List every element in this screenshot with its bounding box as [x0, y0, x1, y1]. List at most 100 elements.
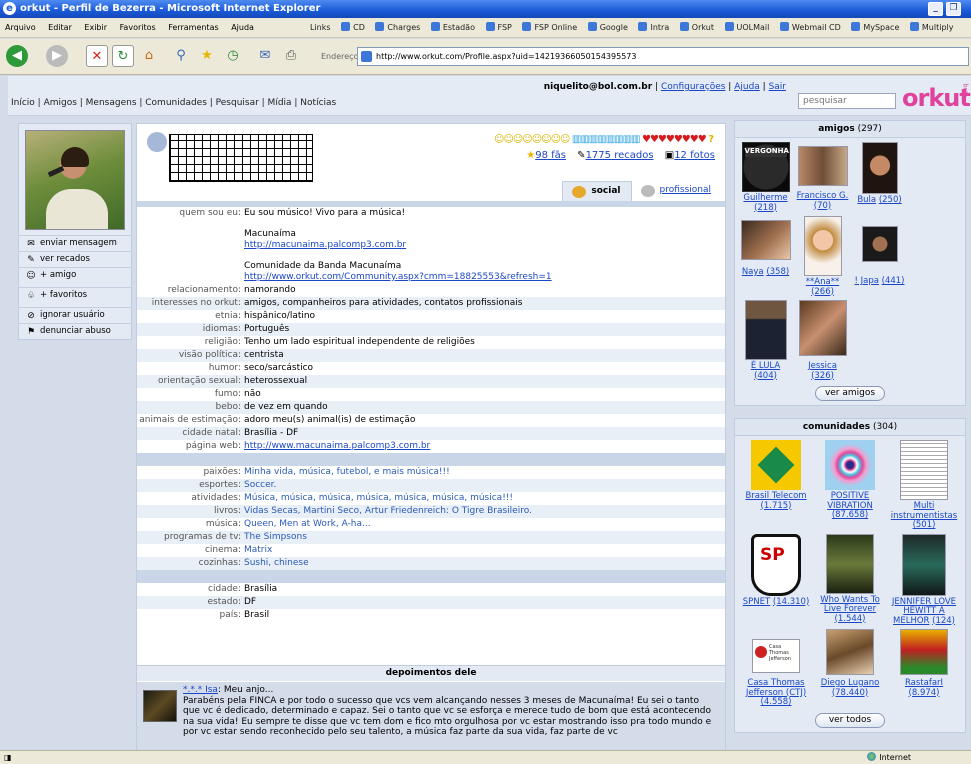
- community-count[interactable]: (501): [913, 520, 936, 530]
- link-webmail-cd[interactable]: Webmail CD: [779, 18, 841, 37]
- friend-item[interactable]: Naya (358): [737, 216, 794, 297]
- address-bar[interactable]: http://www.orkut.com/Profile.aspx?uid=14…: [357, 47, 969, 66]
- community-count[interactable]: (4.558): [761, 697, 792, 707]
- link-myspace[interactable]: MySpace: [851, 18, 899, 37]
- view-all-communities-button[interactable]: ver todos: [815, 712, 885, 728]
- community-count[interactable]: (78.440): [832, 688, 868, 698]
- webpage-link[interactable]: http://www.macunaima.palcomp3.com.br: [244, 441, 430, 451]
- friend-count[interactable]: (404): [754, 371, 777, 381]
- scraps-count[interactable]: 1775: [586, 150, 611, 161]
- friend-name[interactable]: Jessica: [808, 361, 837, 371]
- friend-name[interactable]: **Ana**: [806, 277, 839, 287]
- scraps-label[interactable]: recados: [611, 150, 653, 161]
- friend-name[interactable]: Bula: [857, 195, 876, 205]
- friend-photo[interactable]: [861, 142, 898, 194]
- community-name[interactable]: POSITIVE VIBRATION: [827, 491, 873, 511]
- search-icon[interactable]: ⚲: [170, 45, 192, 67]
- friend-photo[interactable]: [861, 226, 898, 262]
- stop-icon[interactable]: ✕: [86, 45, 108, 67]
- menu-ferramentas[interactable]: Ferramentas: [163, 18, 223, 37]
- tab-profissional[interactable]: profissional: [632, 181, 722, 201]
- community-count[interactable]: (14.310): [773, 597, 809, 607]
- friend-count[interactable]: (441): [882, 276, 905, 286]
- friend-name[interactable]: Francisco G.: [797, 191, 849, 201]
- friend-item[interactable]: Bula (250): [851, 142, 908, 213]
- friend-photo[interactable]: [803, 216, 842, 276]
- testimonial-author-photo[interactable]: [143, 690, 177, 722]
- friend-item[interactable]: **Ana** (266): [794, 216, 851, 297]
- community-photo[interactable]: Casa Thomas Jefferson: [752, 639, 800, 673]
- photos-stat[interactable]: ▣12 fotos: [661, 150, 715, 161]
- friend-count[interactable]: (70): [814, 201, 831, 211]
- print-icon[interactable]: ⎙: [280, 45, 302, 67]
- friend-count[interactable]: (218): [754, 203, 777, 213]
- fans-label[interactable]: fãs: [548, 150, 566, 161]
- menu-exibir[interactable]: Exibir: [79, 18, 112, 37]
- orkut-logo[interactable]: orkut: [902, 84, 971, 112]
- friend-photo[interactable]: VERGONHA: [741, 142, 790, 192]
- community-item[interactable]: RastafarI (8.974): [887, 629, 961, 708]
- field-value[interactable]: Vidas Secas, Martini Seco, Artur Frieden…: [244, 506, 725, 517]
- field-value[interactable]: Queen, Men at Work, A-ha...: [244, 519, 725, 530]
- community-item[interactable]: POSITIVE VIBRATION (87.658): [813, 440, 887, 531]
- community-name[interactable]: SPNET: [743, 597, 770, 607]
- friend-item[interactable]: É LULA (404): [737, 300, 794, 381]
- testimonial-author-link[interactable]: *.*.* Isa: [183, 685, 218, 695]
- friend-photo[interactable]: [797, 146, 848, 186]
- community-name[interactable]: Casa Thomas Jefferson (CTJ): [746, 678, 806, 698]
- community-name[interactable]: Multi instrumentistas: [891, 501, 957, 521]
- report-abuse-action[interactable]: ⚑ denunciar abuso: [19, 323, 131, 339]
- view-friends-button[interactable]: ver amigos: [815, 386, 885, 401]
- community-item[interactable]: Who Wants To Live Forever (1.544): [813, 533, 887, 627]
- field-value[interactable]: Soccer.: [244, 480, 725, 491]
- field-value[interactable]: Sushi, chinese: [244, 558, 725, 569]
- orkut-nav[interactable]: Início | Amigos | Mensagens | Comunidade…: [11, 98, 336, 108]
- link-uolmail[interactable]: UOLMail: [724, 18, 769, 37]
- community-link[interactable]: http://www.orkut.com/Community.aspx?cmm=…: [244, 272, 552, 282]
- menu-ajuda[interactable]: Ajuda: [226, 18, 259, 37]
- field-value[interactable]: Minha vida, música, futebol, e mais músi…: [244, 467, 725, 478]
- link-fsp-online[interactable]: FSP Online: [522, 18, 577, 37]
- menu-favoritos[interactable]: Favoritos: [115, 18, 161, 37]
- community-item[interactable]: Brasil Telecom (1.715): [739, 440, 813, 531]
- friend-count[interactable]: (250): [879, 195, 902, 205]
- menu-arquivo[interactable]: Arquivo: [0, 18, 41, 37]
- community-item[interactable]: SP SPNET (14.310): [739, 533, 813, 627]
- send-message-action[interactable]: ✉ enviar mensagem: [19, 235, 131, 251]
- history-icon[interactable]: ◷: [222, 45, 244, 67]
- friend-count[interactable]: (358): [766, 267, 789, 277]
- link-google[interactable]: Google: [587, 18, 628, 37]
- home-icon[interactable]: ⌂: [138, 45, 160, 67]
- field-value[interactable]: Música, música, música, música, música, …: [244, 493, 725, 504]
- community-photo[interactable]: [825, 440, 875, 490]
- friend-photo[interactable]: [744, 300, 787, 360]
- friend-photo[interactable]: [798, 300, 847, 356]
- field-value[interactable]: Matrix: [244, 545, 725, 556]
- friend-name[interactable]: É LULA: [751, 361, 780, 371]
- back-icon[interactable]: ◀: [6, 45, 28, 67]
- band-link[interactable]: http://macunaima.palcomp3.com.br: [244, 240, 406, 250]
- community-item[interactable]: Diego Lugano (78.440): [813, 629, 887, 708]
- community-count[interactable]: (124): [932, 616, 955, 626]
- add-friend-action[interactable]: ☺ + amigo: [19, 267, 131, 283]
- community-item[interactable]: JENNIFER LOVE HEWITT A MELHOR (124): [887, 533, 961, 627]
- settings-link[interactable]: Configurações: [661, 82, 725, 92]
- refresh-icon[interactable]: ↻: [112, 45, 134, 67]
- field-value[interactable]: The Simpsons: [244, 532, 725, 543]
- help-link[interactable]: Ajuda: [734, 82, 760, 92]
- friend-name[interactable]: Naya: [742, 267, 764, 277]
- scraps-stat[interactable]: ✎1775 recados: [573, 150, 653, 161]
- community-count[interactable]: (87.658): [832, 510, 868, 520]
- friend-item[interactable]: Francisco G. (70): [794, 142, 851, 213]
- link-intra[interactable]: Intra: [638, 18, 669, 37]
- link-orkut[interactable]: Orkut: [679, 18, 714, 37]
- community-count[interactable]: (1.544): [835, 614, 866, 624]
- link-multiply[interactable]: Multiply: [909, 18, 954, 37]
- link-fsp[interactable]: FSP: [485, 18, 512, 37]
- minimize-button[interactable]: _: [928, 2, 943, 16]
- tab-social[interactable]: social: [562, 181, 632, 201]
- community-photo[interactable]: SP: [751, 533, 801, 596]
- community-photo[interactable]: [826, 629, 874, 675]
- favorites-icon[interactable]: ★: [196, 45, 218, 67]
- community-item[interactable]: Casa Thomas Jefferson Casa Thomas Jeffer…: [739, 629, 813, 708]
